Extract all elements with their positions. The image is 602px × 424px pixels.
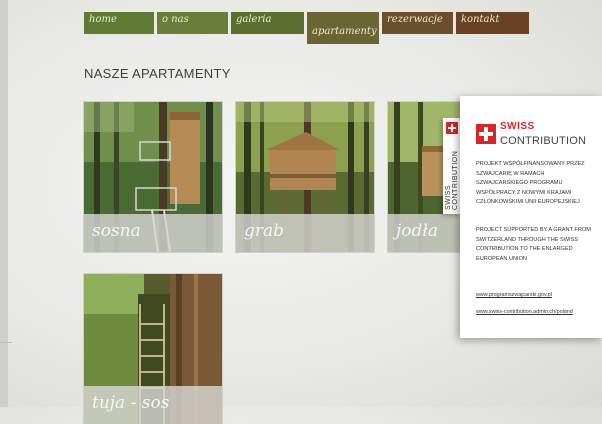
nav-item-label: home [89, 14, 117, 25]
apartment-tile-tuja-sosna[interactable]: tuja - sos [84, 274, 222, 424]
apartment-name: grab [236, 214, 374, 252]
swiss-contribution-link[interactable]: www.swiss-contribution.admin.ch/poland [476, 309, 594, 315]
nav-item-rezerwacje[interactable]: rezerwacje [382, 12, 453, 34]
apartment-tile-grab[interactable]: grab [236, 102, 374, 252]
main-nav: home o nas galeria apartamenty rezerwacj… [0, 0, 602, 44]
nav-item-label: apartamenty [312, 26, 377, 37]
nav-item-label: kontakt [461, 14, 500, 25]
nav-item-label: o nas [162, 14, 189, 25]
apartment-name: sosna [84, 214, 222, 252]
logo-contribution-text: CONTRIBUTION [500, 135, 587, 147]
tab-label: SWISS CONTRIBUTION [445, 150, 459, 210]
nav-item-o-nas[interactable]: o nas [157, 12, 228, 34]
programme-link[interactable]: www.programszwajcarski.gov.pl [476, 292, 594, 298]
nav-item-apartamenty[interactable]: apartamenty [307, 12, 379, 44]
swiss-cross-icon [476, 124, 496, 144]
apartment-name: tuja - sos [84, 386, 222, 424]
popup-text-english: PROJECT SUPPORTED BY A GRANT FROM SWITZE… [476, 227, 591, 262]
nav-item-label: rezerwacje [387, 14, 443, 25]
page-title: NASZE APARTAMENTY [84, 66, 231, 81]
popup-text-polish: PROJEKT WSPÓŁFINANSOWANY PRZEZ SZWAJCARI… [476, 161, 585, 206]
nav-item-kontakt[interactable]: kontakt [456, 12, 529, 34]
left-edge-bar [0, 0, 8, 407]
logo-swiss-text: SWISS [500, 121, 535, 132]
left-edge-line [0, 342, 12, 343]
swiss-contribution-tab[interactable]: SWISS CONTRIBUTION [443, 118, 461, 214]
apartment-tile-sosna[interactable]: sosna [84, 102, 222, 252]
swiss-flag-icon [446, 122, 458, 134]
nav-item-galeria[interactable]: galeria [231, 12, 304, 34]
nav-item-home[interactable]: home [84, 12, 154, 34]
nav-item-label: galeria [236, 14, 272, 25]
